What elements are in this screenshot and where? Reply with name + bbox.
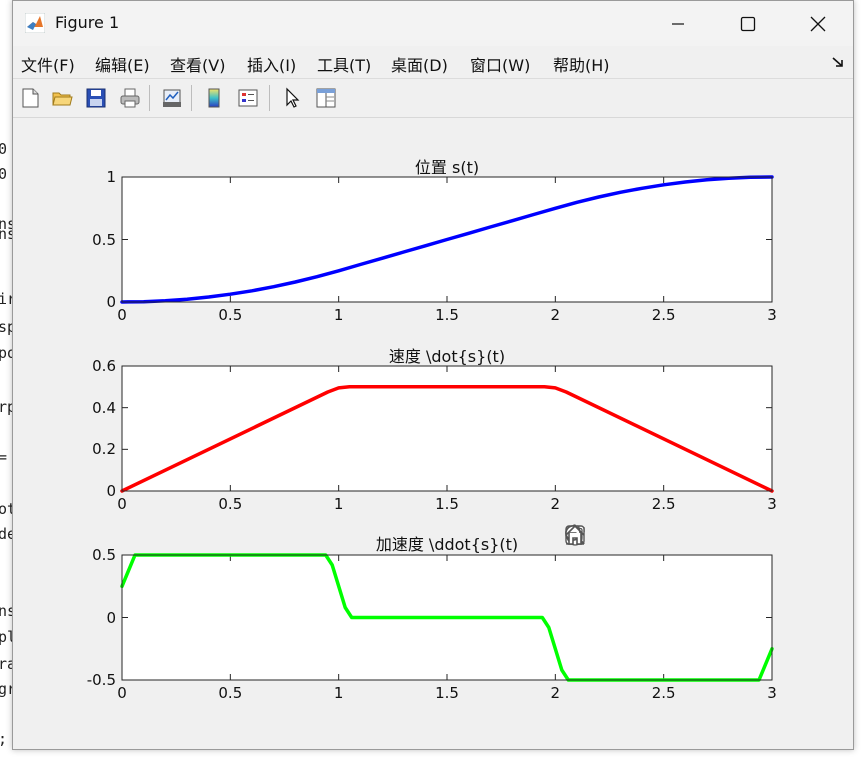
edit-plot-button[interactable] — [279, 85, 305, 111]
zoom-in-button[interactable] — [565, 523, 709, 551]
toolbar-separator — [191, 85, 192, 111]
x-tick-label: 2.5 — [651, 684, 676, 702]
x-tick-label: 0.5 — [218, 684, 243, 702]
restore-view-button[interactable] — [565, 523, 769, 551]
maximize-button[interactable] — [713, 1, 783, 46]
new-figure-button[interactable] — [17, 85, 43, 111]
print-button[interactable] — [117, 85, 143, 111]
background-code-fragment: 0 — [0, 165, 7, 183]
toolbar — [13, 79, 853, 118]
window-title: Figure 1 — [55, 13, 120, 32]
toolbar-separator — [269, 85, 270, 111]
x-tick-label: 1 — [333, 495, 344, 513]
y-tick-label: 0.5 — [92, 230, 116, 249]
pointer-arrow-icon — [286, 87, 300, 108]
save-icon — [86, 88, 106, 108]
new-file-icon — [22, 88, 39, 108]
plot-canvas — [120, 175, 774, 682]
y-tick-label: -0.5 — [86, 671, 116, 689]
brush-button[interactable] — [566, 523, 619, 551]
menu-tools[interactable]: 工具(T) — [317, 52, 371, 76]
x-tick-label: 1 — [333, 684, 344, 702]
home-icon — [565, 524, 585, 545]
background-code-fragment: 0 — [0, 140, 7, 158]
matlab-icon — [25, 13, 45, 33]
axes-2-background — [122, 366, 772, 491]
legend-button[interactable] — [235, 85, 261, 111]
title-bar[interactable]: Figure 1 — [13, 1, 853, 46]
data-tips-button[interactable] — [565, 523, 649, 551]
y-tick-label: 0.6 — [92, 357, 116, 375]
x-tick-label: 1.5 — [435, 684, 459, 702]
property-inspector-icon — [316, 88, 336, 108]
menu-desktop[interactable]: 桌面(D) — [391, 52, 448, 76]
axes-toolbar — [563, 523, 769, 551]
menu-window[interactable]: 窗口(W) — [470, 52, 530, 76]
subplot-3-title: 加速度 \ddot{s}(t) — [375, 535, 519, 554]
menu-edit[interactable]: 编辑(E) — [95, 52, 150, 76]
close-button[interactable] — [783, 1, 853, 46]
link-plot-button[interactable] — [159, 85, 185, 111]
y-tick-label: 0 — [106, 482, 116, 500]
x-tick-label: 0.5 — [218, 306, 243, 324]
y-tick-label: 0.5 — [92, 546, 116, 564]
property-inspector-button[interactable] — [313, 85, 339, 111]
x-tick-label: 1.5 — [435, 306, 459, 324]
toolbar-separator — [149, 85, 150, 111]
x-tick-label: 2 — [550, 495, 561, 513]
x-tick-label: 0.5 — [218, 495, 243, 513]
x-tick-label: 1.5 — [435, 495, 459, 513]
maximize-icon — [740, 16, 756, 31]
x-tick-label: 3 — [767, 495, 777, 513]
colorbar-icon — [208, 88, 220, 108]
minimize-icon — [672, 22, 684, 25]
save-button[interactable] — [83, 85, 109, 111]
link-plot-icon — [163, 89, 181, 107]
open-file-button[interactable] — [49, 85, 75, 111]
x-tick-label: 2 — [550, 306, 561, 324]
x-tick-label: 2 — [550, 684, 561, 702]
dock-arrow-icon[interactable] — [831, 55, 845, 69]
menu-insert[interactable]: 插入(I) — [247, 52, 296, 76]
x-tick-label: 1 — [333, 306, 344, 324]
menu-view[interactable]: 查看(V) — [170, 52, 225, 76]
legend-icon — [238, 89, 258, 107]
menu-file[interactable]: 文件(F) — [21, 52, 75, 76]
y-tick-label: 0.2 — [92, 440, 116, 459]
pan-button[interactable] — [565, 523, 679, 551]
colorbar-button[interactable] — [201, 85, 227, 111]
x-tick-label: 3 — [767, 306, 777, 324]
x-tick-label: 2.5 — [651, 306, 676, 324]
background-code-fragment: = — [0, 448, 7, 466]
y-tick-label: 0 — [106, 608, 116, 627]
y-tick-label: 0 — [106, 293, 116, 311]
x-tick-label: 2.5 — [651, 495, 676, 513]
menu-help[interactable]: 帮助(H) — [553, 52, 610, 76]
subplot-2-title: 速度 \dot{s}(t) — [388, 347, 506, 366]
subplot-1-title: 位置 s(t) — [414, 158, 480, 177]
close-icon — [810, 16, 826, 31]
folder-icon — [52, 92, 73, 106]
y-tick-label: 0.4 — [92, 398, 116, 417]
zoom-out-button[interactable] — [565, 523, 739, 551]
background-code-fragment: ; — [0, 730, 7, 748]
x-tick-label: 3 — [767, 684, 777, 702]
minimize-button[interactable] — [643, 1, 713, 46]
menu-bar: 文件(F) 编辑(E) 查看(V) 插入(I) 工具(T) 桌面(D) 窗口(W… — [13, 46, 853, 79]
figure-canvas[interactable]: 位置 s(t) 速度 \dot{s}(t) 加速度 \ddot{s}(t) 0 … — [13, 118, 853, 749]
printer-icon — [120, 88, 140, 108]
y-tick-label: 1 — [106, 168, 116, 186]
figure-window: Figure 1 文件(F) 编辑(E) 查看(V) 插入(I) 工具(T) 桌… — [12, 0, 854, 750]
